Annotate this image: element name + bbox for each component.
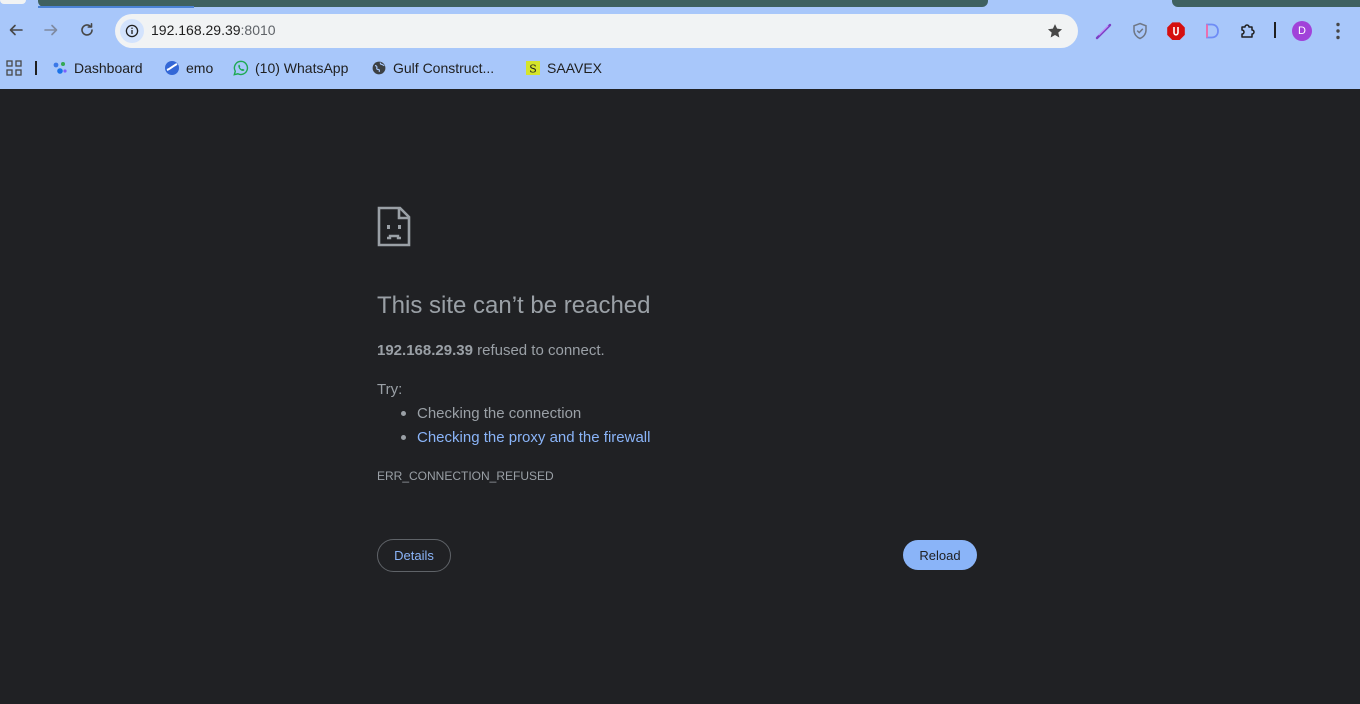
- error-host: 192.168.29.39: [377, 342, 473, 359]
- browser-chrome: 192.168.29.39:8010 D Dashboard emo (10) …: [0, 0, 1360, 89]
- bookmark-whatsapp[interactable]: (10) WhatsApp: [233, 58, 348, 78]
- bookmark-dashboard[interactable]: Dashboard: [52, 58, 143, 78]
- refresh-icon: [81, 23, 93, 36]
- emo-favicon: [164, 60, 180, 76]
- feather-extension-icon: [1095, 23, 1112, 40]
- forward-button[interactable]: [38, 17, 64, 43]
- back-arrow-icon: [9, 24, 23, 36]
- extensions-button[interactable]: [1237, 20, 1259, 42]
- url-text[interactable]: 192.168.29.39:8010: [151, 22, 276, 38]
- d-extension[interactable]: [1201, 20, 1223, 42]
- tab-strip: [0, 0, 1360, 8]
- star-icon[interactable]: [1046, 22, 1064, 40]
- suggestion-proxy-firewall-link[interactable]: Checking the proxy and the firewall: [417, 429, 650, 446]
- suggestions-list: Checking the connection Checking the pro…: [400, 405, 650, 453]
- tab-right[interactable]: [1172, 0, 1360, 7]
- error-title: This site can’t be reached: [377, 292, 651, 319]
- dashboard-favicon: [52, 60, 68, 76]
- bookmark-gulf-construct[interactable]: Gulf Construct...: [371, 58, 494, 78]
- bookmark-label: Dashboard: [74, 60, 143, 76]
- try-label: Try:: [377, 381, 403, 398]
- ublock-extension[interactable]: [1165, 20, 1187, 42]
- saavex-favicon: S: [525, 60, 541, 76]
- suggestion-item: Checking the connection: [400, 405, 650, 429]
- url-host: 192.168.29.39: [151, 22, 241, 38]
- puzzle-extensions-icon: [1241, 24, 1255, 38]
- profile-avatar[interactable]: D: [1292, 21, 1312, 41]
- bookmarks-bar: Dashboard emo (10) WhatsApp Gulf Constru…: [0, 56, 1360, 80]
- bookmark-label: emo: [186, 60, 214, 76]
- bookmark-label: (10) WhatsApp: [255, 60, 349, 76]
- svg-text:S: S: [529, 63, 537, 76]
- tab-left-edge[interactable]: [0, 0, 26, 4]
- sad-page-icon: [377, 206, 411, 247]
- kebab-menu-icon[interactable]: [1330, 20, 1346, 42]
- suggestion-item[interactable]: Checking the proxy and the firewall: [400, 429, 650, 453]
- shield-extension-icon: [1133, 22, 1147, 40]
- info-icon: [125, 24, 139, 38]
- bookmark-emo[interactable]: emo: [164, 58, 213, 78]
- back-button[interactable]: [3, 17, 29, 43]
- globe-favicon: [371, 60, 387, 76]
- url-port: :8010: [240, 22, 276, 38]
- d-extension-icon: [1206, 23, 1219, 39]
- shield-extension[interactable]: [1129, 20, 1151, 42]
- toolbar-separator: [1274, 22, 1276, 38]
- ublock-extension-icon: [1167, 22, 1185, 40]
- tab-accent-bar: [38, 6, 194, 8]
- error-page: This site can’t be reached 192.168.29.39…: [0, 89, 1360, 704]
- reload-toolbar-button[interactable]: [74, 17, 100, 43]
- suggestion-check-connection: Checking the connection: [417, 405, 582, 422]
- address-bar[interactable]: 192.168.29.39:8010: [115, 14, 1078, 48]
- site-info-button[interactable]: [120, 19, 144, 43]
- bookmarks-separator: [35, 61, 37, 75]
- apps-grid-icon[interactable]: [6, 60, 22, 76]
- error-message: refused to connect.: [472, 342, 605, 359]
- whatsapp-favicon: [233, 60, 249, 76]
- bookmark-label: SAAVEX: [547, 60, 602, 76]
- details-button[interactable]: Details: [377, 539, 451, 572]
- reload-button[interactable]: Reload: [903, 540, 977, 570]
- forward-arrow-icon: [44, 24, 58, 36]
- error-summary: 192.168.29.39 refused to connect.: [377, 342, 605, 359]
- bookmark-saavex[interactable]: S SAAVEX: [525, 58, 602, 78]
- feather-extension[interactable]: [1093, 20, 1115, 42]
- error-code: ERR_CONNECTION_REFUSED: [377, 469, 554, 483]
- bookmark-label: Gulf Construct...: [393, 60, 495, 76]
